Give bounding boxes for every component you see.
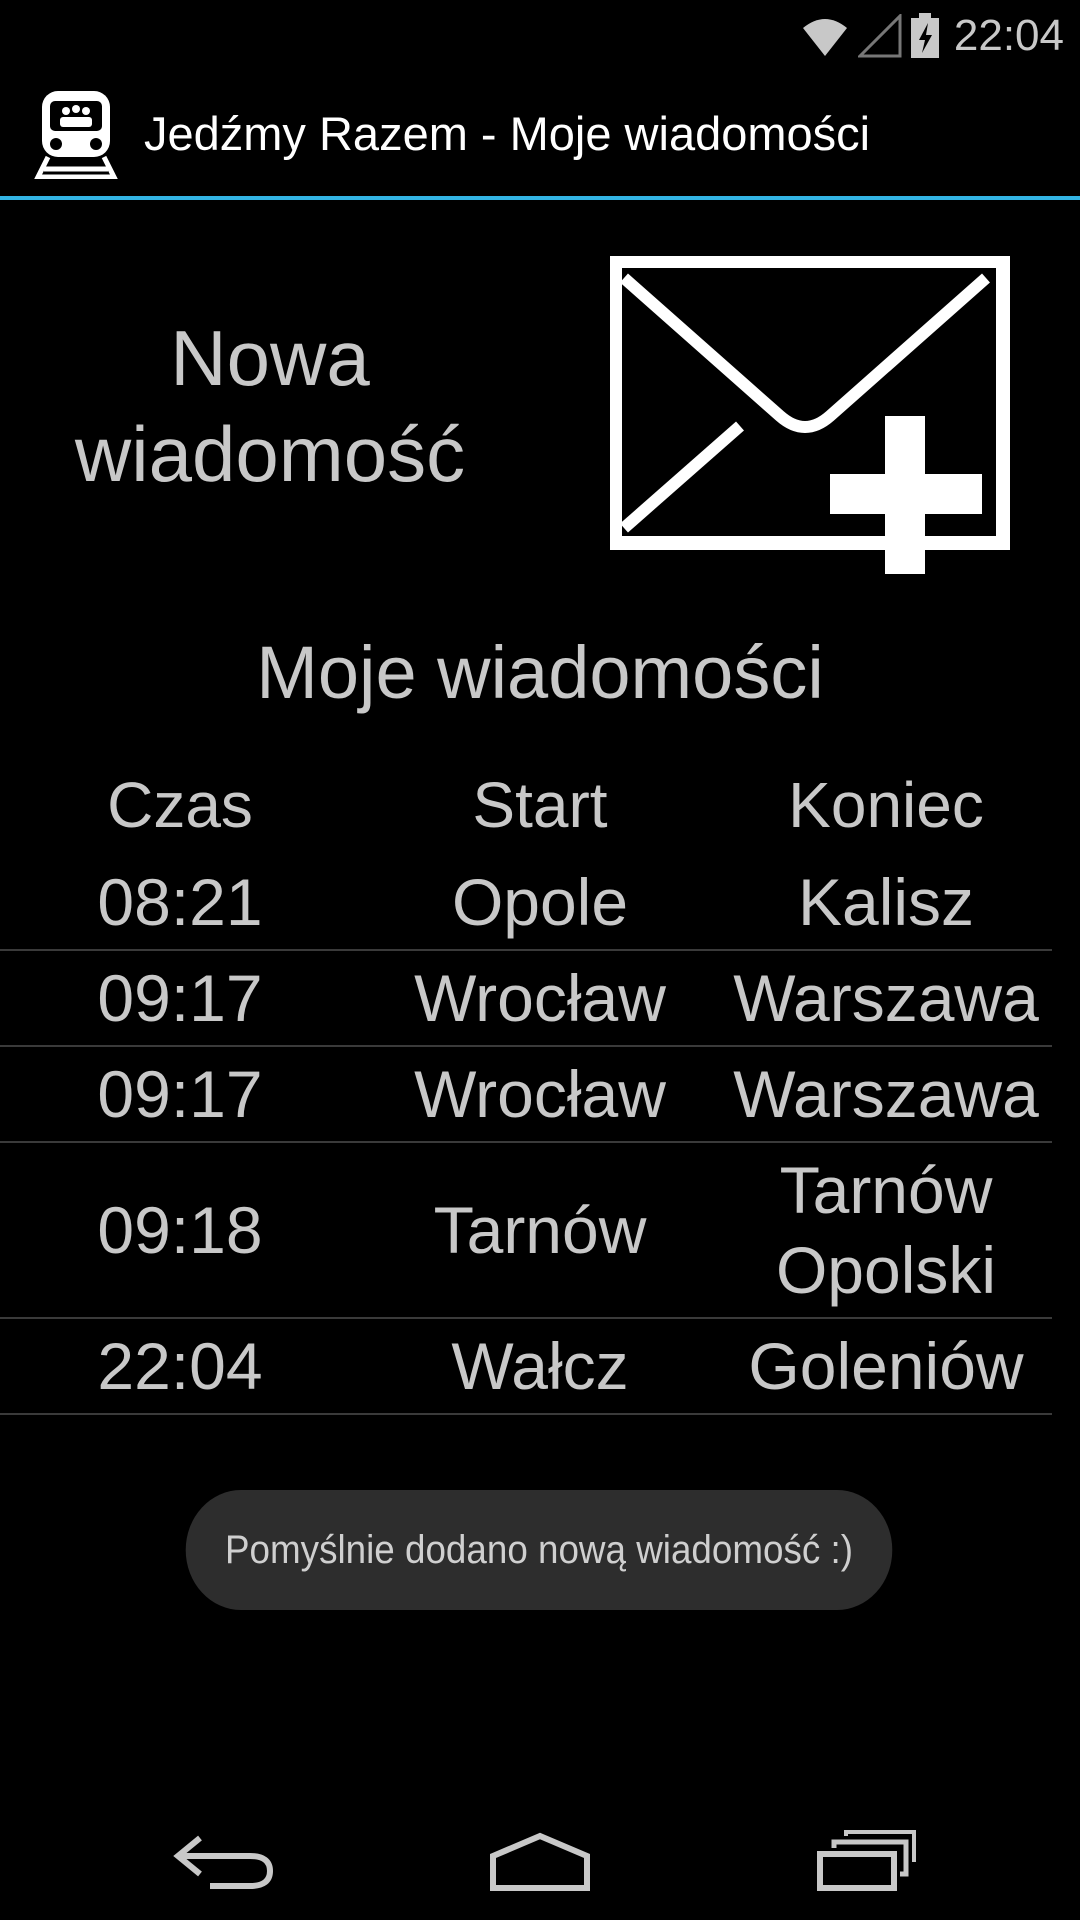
train-icon[interactable] [30,87,122,179]
table-row[interactable]: 22:04 Wałcz Goleniów [0,1319,1052,1415]
envelope-add-icon[interactable] [610,256,1010,576]
new-message-label-line1: Nowa [170,314,370,402]
app-title: Jedźmy Razem - Moje wiadomości [144,106,871,160]
new-message-label[interactable]: Nowa wiadomość [40,310,500,502]
header-end: Koniec [788,769,984,841]
signal-icon [857,14,902,58]
row-end-line2: Opolski [775,1233,997,1307]
table-row[interactable]: 09:18 Tarnów Tarnów Opolski [0,1143,1052,1319]
messages-title: Moje wiadomości [256,631,824,714]
new-message-label-line2: wiadomość [74,410,466,498]
row-start: Wrocław [414,961,666,1035]
messages-table: Czas Start Koniec 08:21 Opole Kalisz 09:… [0,755,1052,1415]
table-row[interactable]: 08:21 Opole Kalisz [0,855,1052,951]
table-header: Czas Start Koniec [0,755,1052,855]
header-time: Czas [107,769,253,841]
row-time: 08:21 [97,865,263,939]
row-start: Opole [451,865,629,939]
row-end: Kalisz [797,865,975,939]
status-icons: 22:04 [800,8,1064,64]
back-icon[interactable] [170,1826,280,1896]
navigation-bar [0,1800,1080,1920]
action-bar: Jedźmy Razem - Moje wiadomości [0,70,1080,200]
new-message-section: Nowa wiadomość [0,250,1080,580]
row-time: 09:18 [97,1193,263,1267]
row-start: Wrocław [414,1057,666,1131]
table-row[interactable]: 09:17 Wrocław Warszawa [0,1047,1052,1143]
row-time: 22:04 [97,1329,263,1403]
row-end: Warszawa [733,1057,1039,1131]
row-end: Tarnów Opolski [720,1150,1052,1310]
row-end-line1: Tarnów [779,1153,993,1227]
row-start: Wałcz [451,1329,629,1403]
row-time: 09:17 [97,961,263,1035]
battery-charging-icon [910,13,939,58]
row-time: 09:17 [97,1057,263,1131]
table-row[interactable]: 09:17 Wrocław Warszawa [0,951,1052,1047]
toast-message: Pomyślnie dodano nową wiadomość :) [185,1490,893,1610]
row-end: Goleniów [748,1329,1024,1403]
wifi-icon [802,19,847,56]
recents-icon[interactable] [810,1826,920,1896]
row-start: Tarnów [433,1193,647,1267]
header-start: Start [472,769,608,841]
status-time: 22:04 [953,11,1064,60]
row-end: Warszawa [733,961,1039,1035]
status-bar: 22:04 [0,0,1080,70]
home-icon[interactable] [485,1826,595,1896]
